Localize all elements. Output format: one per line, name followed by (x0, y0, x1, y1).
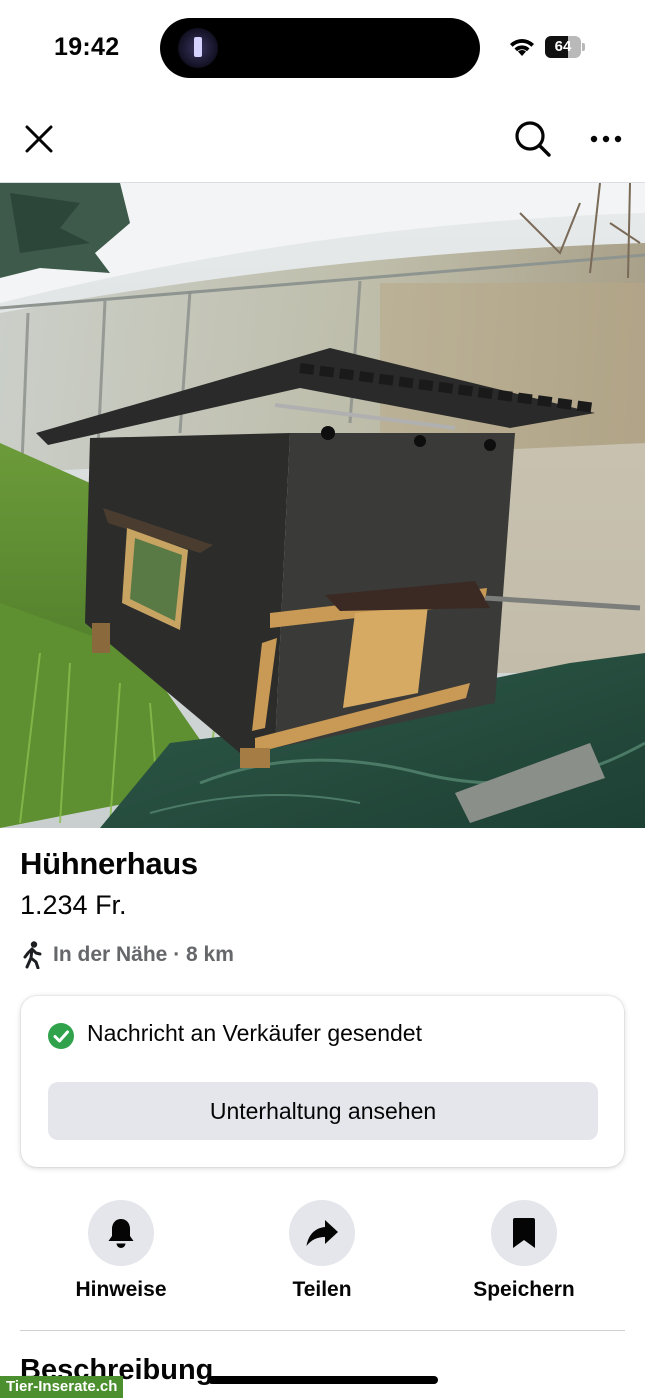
bookmark-icon (513, 1218, 535, 1248)
battery-level: 64 (554, 38, 572, 55)
listing-price: 1.234 Fr. (20, 890, 127, 920)
save-action[interactable]: Speichern (444, 1200, 604, 1310)
location-row: In der Nähe · 8 km (20, 940, 234, 970)
home-indicator[interactable] (208, 1376, 438, 1384)
share-label: Teilen (292, 1278, 352, 1301)
close-icon (25, 125, 53, 153)
close-button[interactable] (18, 118, 60, 160)
chicken-coop-illustration (0, 183, 645, 828)
flashlight-icon (178, 28, 218, 68)
wifi-icon (510, 39, 534, 56)
message-sent-card: Nachricht an Verkäufer gesendet Unterhal… (21, 996, 624, 1167)
battery-icon: 64 (545, 36, 585, 58)
share-button[interactable] (289, 1200, 355, 1266)
alerts-label: Hinweise (75, 1278, 167, 1301)
share-arrow-icon (306, 1220, 338, 1246)
search-icon (515, 121, 551, 157)
more-options-button[interactable] (584, 116, 628, 162)
location-text: In der Nähe · 8 km (53, 943, 234, 966)
save-label: Speichern (473, 1278, 575, 1301)
view-conversation-button[interactable]: Unterhaltung ansehen (48, 1082, 598, 1140)
search-button[interactable] (510, 116, 556, 162)
share-action[interactable]: Teilen (242, 1200, 402, 1310)
section-divider (20, 1330, 625, 1331)
more-horizontal-icon (590, 135, 622, 143)
dynamic-island (160, 18, 480, 78)
save-button[interactable] (491, 1200, 557, 1266)
check-circle-icon (48, 1023, 74, 1049)
action-row: Hinweise Teilen Speichern (0, 1200, 645, 1310)
walking-person-icon (23, 941, 42, 969)
alerts-button[interactable] (88, 1200, 154, 1266)
listing-title: Hühnerhaus (20, 846, 198, 881)
status-bar: 19:42 64 (0, 0, 645, 96)
watermark-label: Tier-Inserate.ch (0, 1376, 124, 1398)
top-nav-bar (0, 96, 645, 183)
message-sent-text: Nachricht an Verkäufer gesendet (87, 1020, 422, 1046)
bell-icon (108, 1219, 134, 1248)
alerts-action[interactable]: Hinweise (41, 1200, 201, 1310)
listing-photo[interactable] (0, 183, 645, 828)
status-time: 19:42 (54, 33, 120, 61)
